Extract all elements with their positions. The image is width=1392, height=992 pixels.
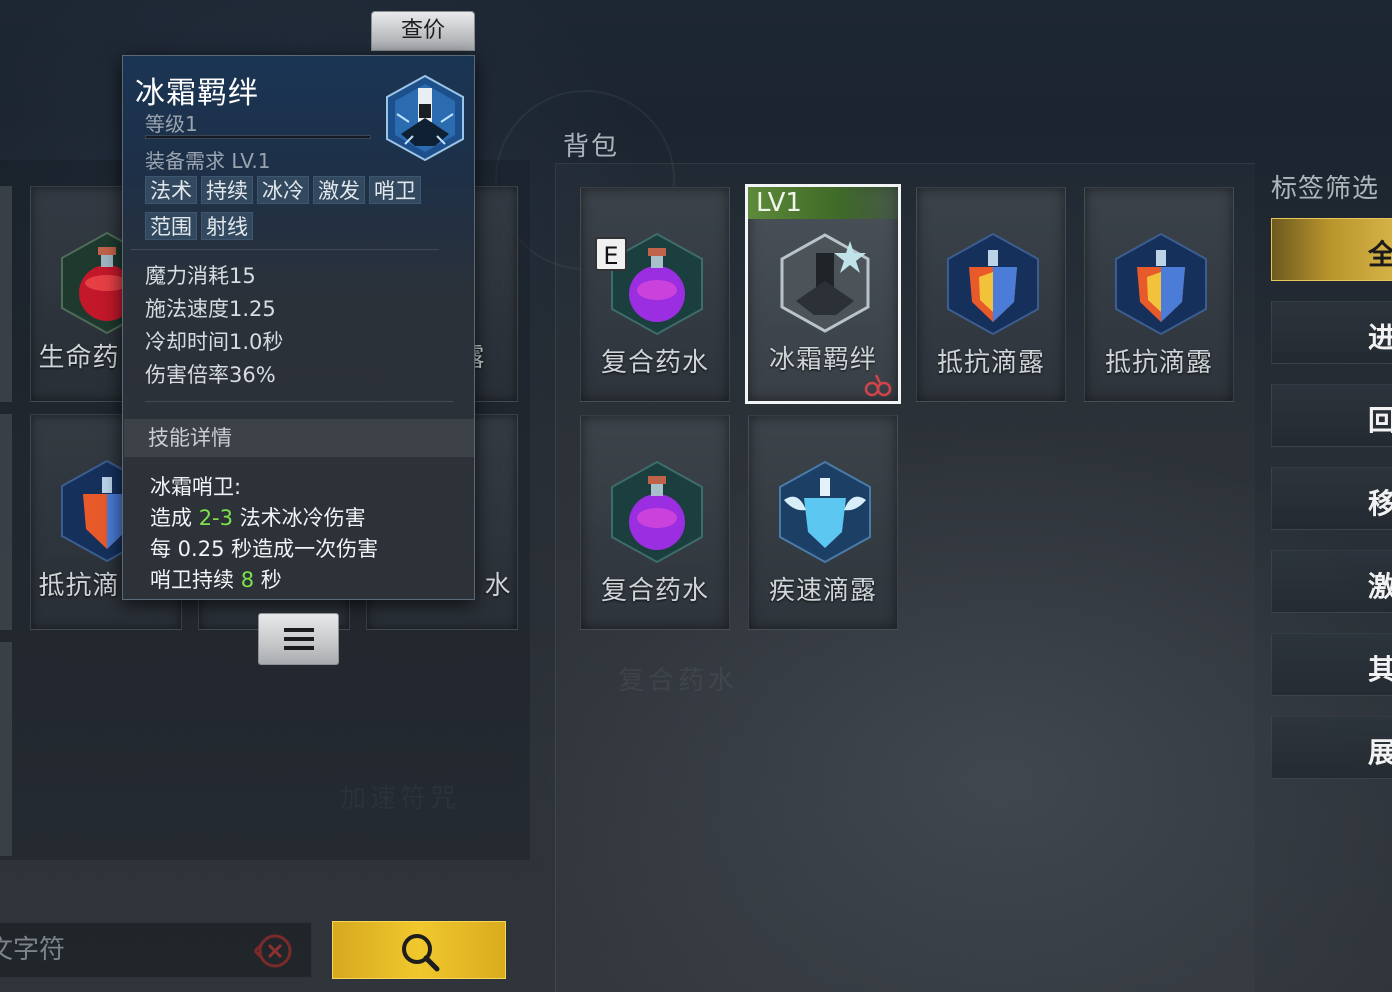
filter-button-label: 全 <box>1368 238 1392 271</box>
stash-slot-edge <box>0 642 12 856</box>
duration-value: 8 <box>240 568 255 592</box>
skill-detail-header: 技能详情 <box>124 419 474 457</box>
bag-item[interactable]: 疾速滴露 <box>748 415 898 630</box>
skill-tag: 范围 <box>145 212 197 240</box>
filter-button[interactable]: 其 <box>1271 633 1392 696</box>
tooltip-level: 等级1 <box>145 112 198 136</box>
search-icon <box>402 934 440 972</box>
damage-value: 2-3 <box>198 506 233 530</box>
equipped-badge: E <box>595 237 627 271</box>
rainbow-shield-potion-icon <box>947 232 1039 336</box>
filter-button-label: 回 <box>1368 404 1392 437</box>
filter-button-label: 其 <box>1368 653 1392 686</box>
detail-text: 秒 <box>254 568 282 592</box>
frost-sentry-skill-icon <box>780 233 870 333</box>
detail-line: 冰霜哨卫: <box>150 475 242 499</box>
stat-cast-speed: 施法速度1.25 <box>145 297 276 321</box>
blue-wing-potion-icon <box>779 460 871 564</box>
detail-line: 每 0.25 秒造成一次伤害 <box>150 537 379 561</box>
slot-label: 抵抗滴露 <box>1104 348 1213 378</box>
slot-label: 水 <box>484 571 512 601</box>
search-button[interactable] <box>332 921 506 979</box>
filter-button-all[interactable]: 全 <box>1271 218 1392 281</box>
clear-search-icon[interactable] <box>251 931 295 971</box>
price-check-button[interactable]: 查价 <box>371 11 475 51</box>
bag-item[interactable]: 复合药水 <box>580 415 730 630</box>
detail-line: 造成 2-3 法术冰冷伤害 <box>150 503 378 534</box>
detail-text: 造成 <box>150 506 199 530</box>
filter-button-label: 展 <box>1368 736 1392 769</box>
skill-tag: 法术 <box>145 176 197 204</box>
tooltip-stats: 魔力消耗15 施法速度1.25 冷却时间1.0秒 伤害倍率36% <box>145 260 283 392</box>
filter-button[interactable]: 进 <box>1271 301 1392 364</box>
tooltip-tag-list: 法术 持续 冰冷 激发 哨卫范围 射线 <box>145 176 455 248</box>
bag-item[interactable]: 抵抗滴露 <box>1084 187 1234 402</box>
item-tooltip: 冰霜羁绊 等级1 装备需求 LV.1 法术 持续 冰冷 激发 哨卫范围 射线 魔力消耗15… <box>122 55 475 600</box>
slot-label: 复合药水 <box>600 576 709 606</box>
skill-tag: 激发 <box>313 176 365 204</box>
stat-mana-cost: 魔力消耗15 <box>145 264 256 288</box>
skill-detail-text: 冰霜哨卫: 造成 2-3 法术冰冷伤害 每 0.25 秒造成一次伤害 哨卫持续 … <box>150 472 378 596</box>
purple-potion-icon <box>611 460 703 564</box>
search-input[interactable] <box>0 923 237 977</box>
slot-label: 复合药水 <box>600 348 709 378</box>
filter-button-label: 移 <box>1368 487 1392 520</box>
skill-tag: 持续 <box>201 176 253 204</box>
divider <box>145 401 453 402</box>
filter-button-label: 进 <box>1368 321 1392 354</box>
detail-text: 法术冰冷伤害 <box>233 506 366 530</box>
rainbow-shield-potion-icon <box>1115 232 1207 336</box>
filter-button[interactable]: 展 <box>1271 716 1392 779</box>
detail-text: 哨卫持续 <box>150 568 241 592</box>
frost-sentry-skill-icon <box>386 74 464 162</box>
skill-tag: 冰冷 <box>257 176 309 204</box>
divider <box>131 249 439 250</box>
filter-button-label: 激 <box>1368 570 1392 603</box>
filter-button[interactable]: 移 <box>1271 467 1392 530</box>
tooltip-exp-bar <box>145 135 371 139</box>
bag-item[interactable]: 抵抗滴露 <box>916 187 1066 402</box>
skill-tag: 射线 <box>201 212 253 240</box>
filter-button[interactable]: 回 <box>1271 384 1392 447</box>
slot-label: 抵抗滴露 <box>936 348 1045 378</box>
hamburger-icon <box>284 628 314 650</box>
stat-damage-multiplier: 伤害倍率36% <box>145 363 276 387</box>
detail-line: 哨卫持续 8 秒 <box>150 565 378 596</box>
skill-tag: 哨卫 <box>369 176 421 204</box>
tooltip-title: 冰霜羁绊 <box>135 76 259 111</box>
level-tag: LV1 <box>748 187 898 219</box>
menu-button[interactable] <box>258 613 339 665</box>
filter-button[interactable]: 激 <box>1271 550 1392 613</box>
tooltip-requirement: 装备需求 LV.1 <box>145 149 271 173</box>
slot-label: 疾速滴露 <box>768 576 877 606</box>
bound-mark-icon <box>864 374 892 397</box>
search-box <box>0 922 312 978</box>
stat-cooldown: 冷却时间1.0秒 <box>145 330 284 354</box>
bag-item[interactable]: E 复合药水 <box>580 187 730 402</box>
bag-title: 背包 <box>563 132 620 162</box>
bag-item-selected[interactable]: LV1 冰霜羁绊 <box>745 184 901 404</box>
filter-title: 标签筛选 <box>1271 174 1380 204</box>
